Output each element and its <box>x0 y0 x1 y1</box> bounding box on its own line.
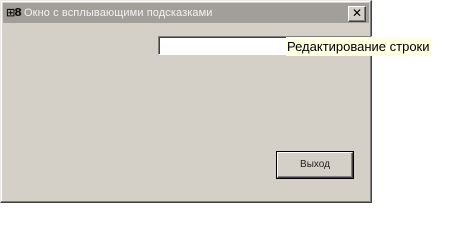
window-title: Окно с всплывающими подсказками <box>24 7 213 19</box>
close-icon: ✕ <box>351 6 363 20</box>
app-icon: ⊞8 <box>6 6 22 19</box>
title-bar[interactable]: ⊞8 Окно с всплывающими подсказками ✕ <box>3 3 369 23</box>
close-button[interactable]: ✕ <box>348 6 366 22</box>
exit-button[interactable]: Выход <box>277 152 353 178</box>
dialog-window: ⊞8 Окно с всплывающими подсказками ✕ Вых… <box>0 0 372 203</box>
tooltip: Редактирование строки <box>286 37 431 56</box>
